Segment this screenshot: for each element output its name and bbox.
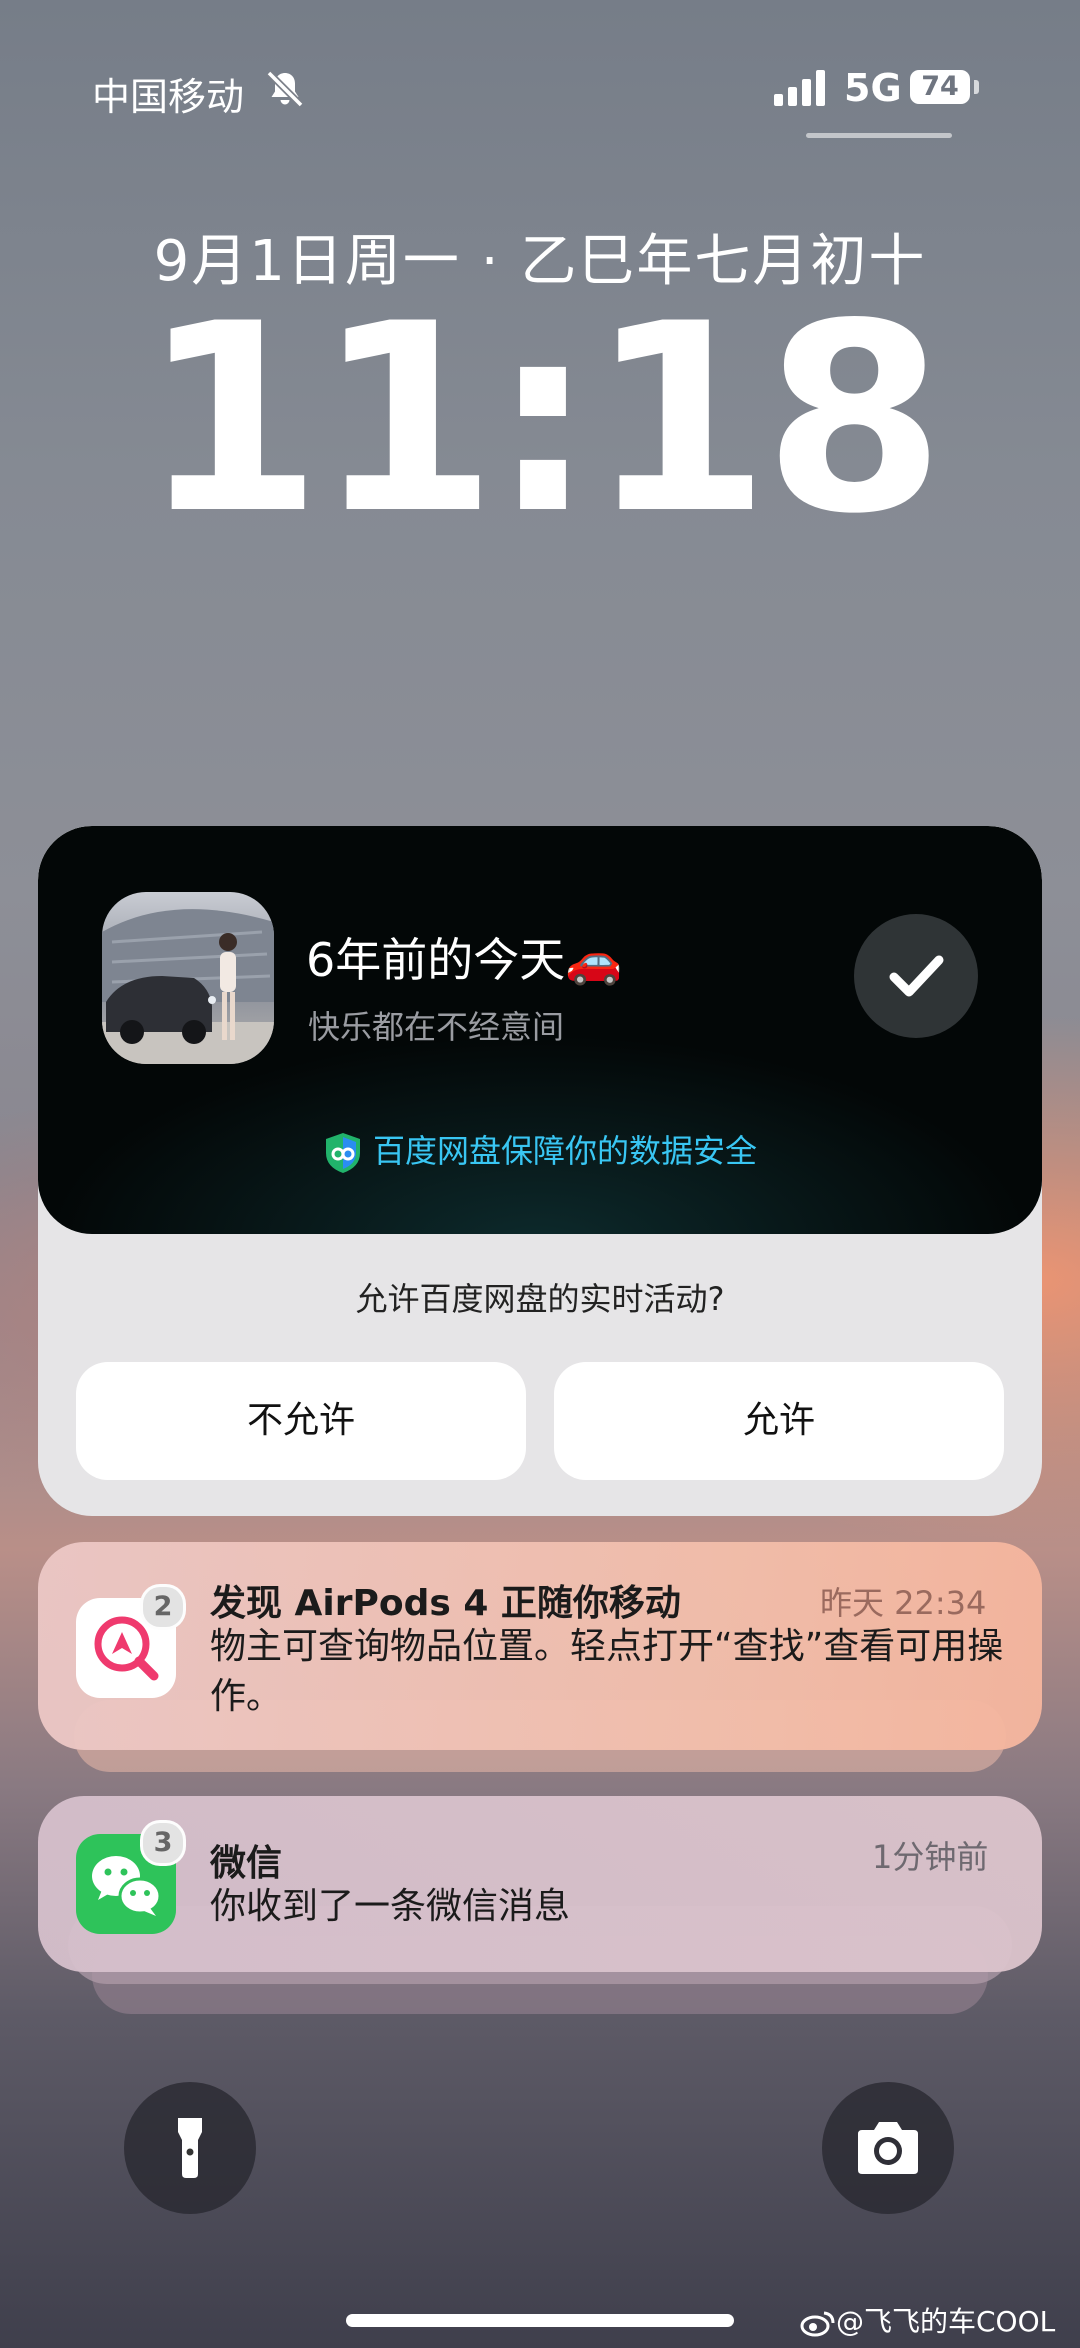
notification-count-badge: 2 [140,1584,186,1630]
live-activity-banner[interactable]: 6年前的今天🚗 快乐都在不经意间 百度网盘保障你的数据安全 [38,826,1042,1234]
live-activity-title: 6年前的今天🚗 [306,933,623,987]
notification-title: 微信 [210,1843,283,1884]
shield-icon [325,1133,360,1173]
notification-title: 发现 AirPods 4 正随你移动 [210,1583,681,1624]
carrier-name: 中国移动 [92,75,245,119]
bell-slash-icon [266,70,304,108]
notification-body: 你收到了一条微信消息 [210,1886,571,1927]
checkmark-icon [889,955,944,997]
deny-button[interactable]: 不允许 [76,1362,526,1480]
security-text: 百度网盘保障你的数据安全 [372,1132,757,1170]
notification-wechat[interactable]: 3 微信 1分钟前 你收到了一条微信消息 [38,1796,1042,1972]
notification-find-my[interactable]: 2 发现 AirPods 4 正随你移动 昨天 22:34 物主可查询物品位置。… [38,1542,1042,1750]
flashlight-button[interactable] [124,2082,256,2214]
security-notice: 百度网盘保障你的数据安全 [38,1126,1042,1175]
checkmark-button[interactable] [854,914,978,1038]
watermark: @飞飞的车COOL [800,2300,1055,2340]
notification-count-badge: 3 [140,1820,186,1866]
battery-tip [974,80,979,94]
control-center-indicator[interactable] [806,133,952,138]
cellular-signal-icon [774,70,825,106]
flashlight-icon [178,2118,202,2178]
live-activity-card: 6年前的今天🚗 快乐都在不经意间 百度网盘保障你的数据安全 允许百度网盘的实时活… [38,826,1042,1516]
live-activity-subtitle: 快乐都在不经意间 [308,1008,565,1046]
lock-clock: 11:18 [141,269,945,571]
memory-thumbnail [102,892,274,1064]
allow-button[interactable]: 允许 [554,1362,1004,1480]
network-type: 5G [844,66,902,110]
camera-button[interactable] [822,2082,954,2214]
battery-indicator: 74 [910,70,970,104]
notification-body: 物主可查询物品位置。轻点打开“查找”查看可用操作。 [210,1626,1004,1717]
notification-time: 昨天 22:34 [820,1584,987,1622]
watermark-text: @飞飞的车COOL [836,2305,1056,2338]
live-activity-prompt: 允许百度网盘的实时活动? [355,1280,725,1318]
car-photo-icon [102,892,274,1064]
home-indicator[interactable] [346,2314,734,2327]
weibo-icon [800,2311,835,2337]
notification-time: 1分钟前 [872,1838,989,1876]
camera-icon [858,2122,918,2174]
